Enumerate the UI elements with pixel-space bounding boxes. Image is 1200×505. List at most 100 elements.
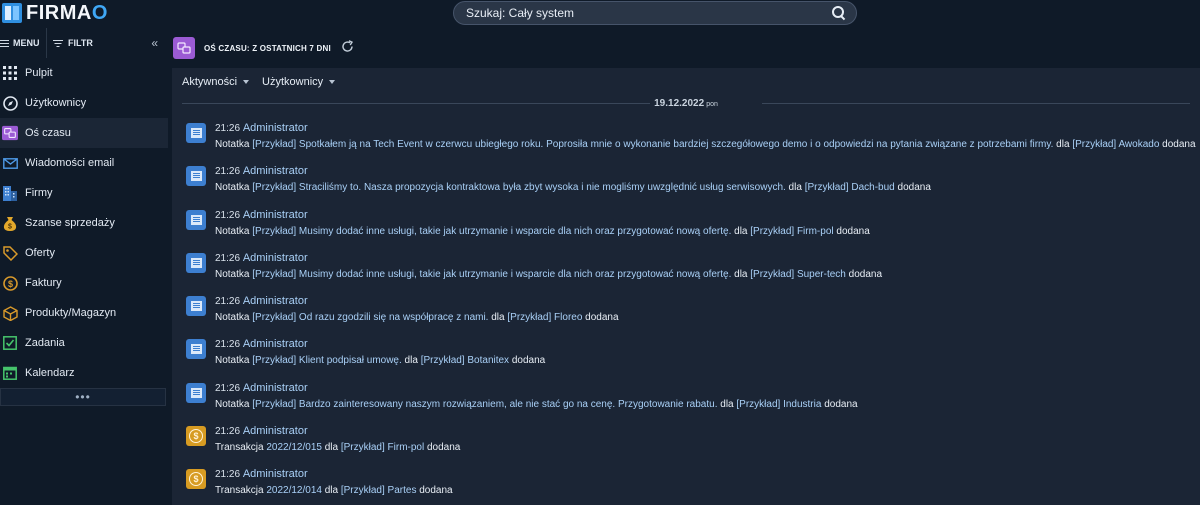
entry-subject-link[interactable]: [Przykład] Straciliśmy to. Nasza propozy… <box>252 182 786 193</box>
entry-connector: dla <box>717 398 737 410</box>
entry-text: Notatka [Przykład] Straciliśmy to. Nasza… <box>215 182 931 193</box>
entry-type: Transakcja <box>215 485 267 497</box>
sidebar-item-oferty[interactable]: Oferty <box>0 238 168 268</box>
filter-icon <box>53 39 63 47</box>
main-header: OŚ CZASU: Z OSTATNICH 7 DNI <box>172 28 1200 68</box>
entry-author[interactable]: Administrator <box>243 209 308 221</box>
entry-connector: dla <box>731 268 751 280</box>
entry-header: 21:26 Administrator <box>215 122 308 134</box>
activities-label: Aktywności <box>182 76 238 88</box>
entry-company-link[interactable]: [Przykład] Firm-pol <box>341 442 424 453</box>
entry-type: Notatka <box>215 312 253 324</box>
entry-header: 21:26 Administrator <box>215 252 308 264</box>
dollar-icon: $ <box>189 472 203 487</box>
entry-subject-link[interactable]: [Przykład] Musimy dodać inne usługi, tak… <box>252 269 731 280</box>
sidebar-item-faktury[interactable]: $ Faktury <box>0 268 168 298</box>
sidebar-item-pulpit[interactable]: Pulpit <box>0 58 168 88</box>
entry-author[interactable]: Administrator <box>243 165 308 177</box>
entry-author[interactable]: Administrator <box>243 252 308 264</box>
document-icon <box>190 214 202 225</box>
entry-company-link[interactable]: [Przykład] Botanitex <box>421 355 509 366</box>
logo[interactable]: FIRMAO <box>2 1 108 25</box>
svg-text:$: $ <box>8 223 12 230</box>
menu-button[interactable]: MENU <box>0 28 47 58</box>
sidebar-item-kalendarz[interactable]: Kalendarz <box>0 358 168 388</box>
entry-author[interactable]: Administrator <box>243 338 308 350</box>
entry-company-link[interactable]: [Przykład] Awokado <box>1072 139 1159 150</box>
entry-status: dodana <box>416 485 453 497</box>
note-icon <box>186 252 206 273</box>
entry-time: 21:26 <box>215 166 241 178</box>
more-items-button[interactable]: ••• <box>0 388 166 406</box>
entry-company-link[interactable]: [Przykład] Firm-pol <box>750 226 833 237</box>
entry-subject-link[interactable]: [Przykład] Spotkałem ją na Tech Event w … <box>252 139 1053 150</box>
entry-header: 21:26 Administrator <box>215 382 308 394</box>
entry-subject-link[interactable]: [Przykład] Klient podpisał umowę. <box>252 355 402 366</box>
users-dropdown[interactable]: Użytkownicy <box>262 76 336 88</box>
timeline-entry: 21:26 Administrator Notatka [Przykład] Ba… <box>172 378 1200 421</box>
entry-company-link[interactable]: [Przykład] Dach-bud <box>805 182 895 193</box>
entry-author[interactable]: Administrator <box>243 295 308 307</box>
entry-author[interactable]: Administrator <box>243 382 308 394</box>
sidebar-item-label: Użytkownicy <box>25 97 87 109</box>
moneybag-icon: $ <box>2 215 18 231</box>
timeline-entry: 21:26 Administrator Notatka [Przykład] Mu… <box>172 248 1200 291</box>
entry-text: Notatka [Przykład] Bardzo zainteresowany… <box>215 399 858 410</box>
sidebar-item-label: Wiadomości email <box>25 157 115 169</box>
search-icon[interactable] <box>832 6 846 20</box>
entry-connector: dla <box>488 312 508 324</box>
entry-text: Notatka [Przykład] Klient podpisał umowę… <box>215 355 545 366</box>
entry-subject-link[interactable]: 2022/12/015 <box>266 442 322 453</box>
entry-header: 21:26 Administrator <box>215 295 308 307</box>
timeline-content: Aktywności Użytkownicy 19.12.2022 pon 21:… <box>172 68 1200 505</box>
sidebar-item-szanse-sprzedazy[interactable]: $ Szanse sprzedaży <box>0 208 168 238</box>
entry-type: Notatka <box>215 182 253 194</box>
transaction-icon: $ <box>186 469 206 490</box>
entry-type: Notatka <box>215 139 253 150</box>
entry-subject-link[interactable]: [Przykład] Musimy dodać inne usługi, tak… <box>252 226 731 237</box>
dollar-icon: $ <box>189 429 203 444</box>
entry-author[interactable]: Administrator <box>243 122 308 134</box>
entry-company-link[interactable]: [Przykład] Floreo <box>507 312 582 323</box>
sidebar-item-os-czasu[interactable]: Oś czasu <box>0 118 168 148</box>
collapse-sidebar-icon[interactable]: « <box>151 36 158 50</box>
refresh-icon[interactable] <box>341 40 354 56</box>
sidebar-item-produkty-magazyn[interactable]: Produkty/Magazyn <box>0 298 168 328</box>
entry-connector: dla <box>401 355 421 367</box>
chevron-down-icon <box>243 80 250 84</box>
entry-subject-link[interactable]: [Przykład] Od razu zgodzili się na współ… <box>252 312 488 323</box>
entry-company-link[interactable]: [Przykład] Partes <box>341 485 417 496</box>
search-input[interactable] <box>466 6 832 20</box>
entry-connector: dla <box>321 485 341 497</box>
filter-bar: Aktywności Użytkownicy <box>172 68 1200 96</box>
entry-type: Notatka <box>215 268 253 280</box>
box-icon <box>2 305 18 321</box>
date-divider-left <box>182 103 678 104</box>
entry-time: 21:26 <box>215 469 241 481</box>
entry-status: dodana <box>509 355 546 367</box>
entry-author[interactable]: Administrator <box>243 468 308 480</box>
document-icon <box>190 344 202 355</box>
sidebar-item-wiadomosci-email[interactable]: Wiadomości email <box>0 148 168 178</box>
entry-company-link[interactable]: [Przykład] Super-tech <box>750 269 846 280</box>
entry-company-link[interactable]: [Przykład] Industria <box>736 399 821 410</box>
document-icon <box>190 128 202 138</box>
activities-dropdown[interactable]: Aktywności <box>182 76 250 88</box>
document-icon <box>190 387 202 398</box>
timeline-entry: $21:26 Administrator Transakcja 2022/12/0… <box>172 464 1200 505</box>
entry-author[interactable]: Administrator <box>243 425 308 437</box>
sidebar-item-uzytkownicy[interactable]: Użytkownicy <box>0 88 168 118</box>
filter-button[interactable]: FILTR <box>47 28 93 58</box>
note-icon <box>186 123 206 143</box>
note-icon <box>186 166 206 187</box>
sidebar-item-zadania[interactable]: Zadania <box>0 328 168 358</box>
entry-subject-link[interactable]: [Przykład] Bardzo zainteresowany naszym … <box>252 399 717 410</box>
entry-text: Notatka [Przykład] Musimy dodać inne usł… <box>215 269 882 280</box>
entry-subject-link[interactable]: 2022/12/014 <box>266 485 322 496</box>
document-icon <box>190 257 202 268</box>
entry-text: Notatka [Przykład] Musimy dodać inne usł… <box>215 226 870 237</box>
note-icon <box>186 296 206 317</box>
entry-text: Notatka [Przykład] Spotkałem ją na Tech … <box>215 139 1196 150</box>
sidebar-item-firmy[interactable]: Firmy <box>0 178 168 208</box>
sidebar-toolbar: MENU FILTR « <box>0 28 168 58</box>
